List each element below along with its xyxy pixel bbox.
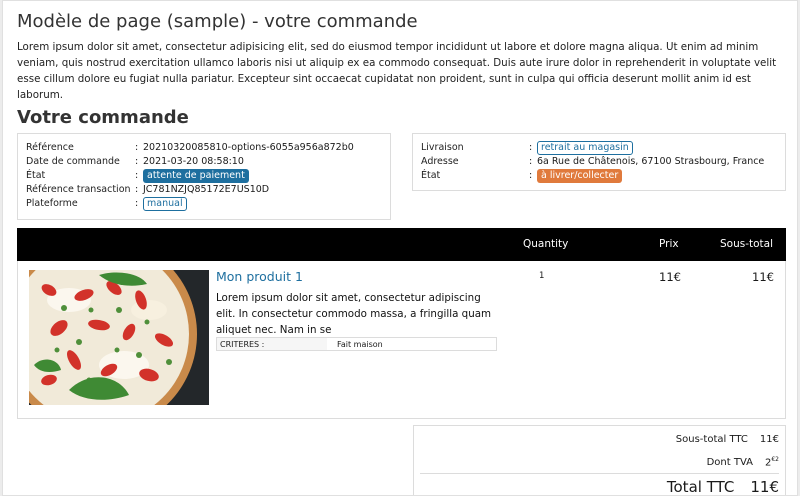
separator: :: [135, 184, 139, 195]
tax-value-cents: €2: [771, 456, 779, 463]
platform-label: Plateforme: [26, 198, 78, 209]
column-header-price: Prix: [659, 238, 679, 250]
column-header-subtotal: Sous-total: [720, 238, 774, 250]
criteria-value: Fait maison: [337, 339, 383, 349]
table-row: Mon produit 1 Lorem ipsum dolor sit amet…: [17, 261, 786, 419]
date-value: 2021-03-20 08:58:10: [143, 156, 244, 167]
subtotal-value: 11€: [759, 434, 779, 445]
product-criteria: CRITERES : Fait maison: [216, 337, 497, 351]
reference-value: 20210320085810-options-6055a956a872b0: [143, 142, 354, 153]
separator: :: [135, 198, 139, 209]
product-quantity: 1: [539, 271, 545, 281]
payment-state-badge: attente de paiement: [143, 169, 249, 183]
total-label: Total TTC: [666, 478, 735, 496]
criteria-label: CRITERES :: [217, 338, 327, 350]
info-row-transaction: Référence transaction : JC781NZJQ85172E7…: [26, 183, 382, 197]
page-title: Modèle de page (sample) - votre commande: [17, 11, 418, 32]
product-description: Lorem ipsum dolor sit amet, consectetur …: [216, 292, 492, 336]
separator: :: [529, 170, 533, 181]
delivery-state-badge: à livrer/collecter: [537, 169, 623, 183]
order-section-title: Votre commande: [17, 107, 189, 128]
subtotal-label: Sous-total TTC: [675, 434, 748, 445]
info-row-address: Adresse : 6a Rue de Châtenois, 67100 Str…: [421, 155, 777, 169]
info-row-platform: Plateforme : manual: [26, 197, 382, 211]
delivery-label: Livraison: [421, 142, 464, 153]
total-value: 11€: [750, 478, 779, 496]
tax-value: 2€2: [765, 456, 779, 468]
order-table-header: Quantity Prix Sous-total: [17, 228, 786, 261]
state-label: État: [26, 170, 46, 181]
transaction-label: Référence transaction: [26, 184, 131, 195]
info-row-state: État : attente de paiement: [26, 169, 382, 183]
pizza-image: [29, 270, 209, 405]
info-row-delivery: Livraison : retrait au magasin: [421, 141, 777, 155]
delivery-state-label: État: [421, 170, 441, 181]
product-subtotal: 11€: [752, 270, 774, 284]
info-row-reference: Référence : 20210320085810-options-6055a…: [26, 141, 382, 155]
reference-label: Référence: [26, 142, 74, 153]
date-label: Date de commande: [26, 156, 120, 167]
info-row-date: Date de commande : 2021-03-20 08:58:10: [26, 155, 382, 169]
delivery-badge: retrait au magasin: [537, 141, 633, 155]
separator: :: [529, 156, 533, 167]
separator: :: [135, 142, 139, 153]
total-line: Total TTC 11€: [666, 478, 779, 496]
separator: :: [135, 170, 139, 181]
address-label: Adresse: [421, 156, 459, 167]
transaction-value: JC781NZJQ85172E7US10D: [143, 184, 270, 195]
platform-badge: manual: [143, 197, 187, 211]
info-row-delivery-state: État : à livrer/collecter: [421, 169, 777, 183]
tax-line: Dont TVA 2€2: [707, 456, 779, 468]
order-totals: Sous-total TTC 11€ Dont TVA 2€2 Total TT…: [413, 425, 786, 496]
product-name-link[interactable]: Mon produit 1: [216, 269, 303, 284]
column-header-quantity: Quantity: [523, 238, 569, 250]
totals-divider: [420, 473, 779, 474]
separator: :: [135, 156, 139, 167]
separator: :: [529, 142, 533, 153]
order-page: Modèle de page (sample) - votre commande…: [2, 0, 798, 496]
address-value: 6a Rue de Châtenois, 67100 Strasbourg, F…: [537, 156, 765, 167]
subtotal-line: Sous-total TTC 11€: [676, 434, 779, 445]
intro-text: Lorem ipsum dolor sit amet, consectetur …: [17, 41, 777, 101]
delivery-info-box: Livraison : retrait au magasin Adresse :…: [412, 133, 786, 191]
order-info-box: Référence : 20210320085810-options-6055a…: [17, 133, 391, 220]
product-price: 11€: [659, 270, 681, 284]
tax-label: Dont TVA: [706, 457, 753, 469]
